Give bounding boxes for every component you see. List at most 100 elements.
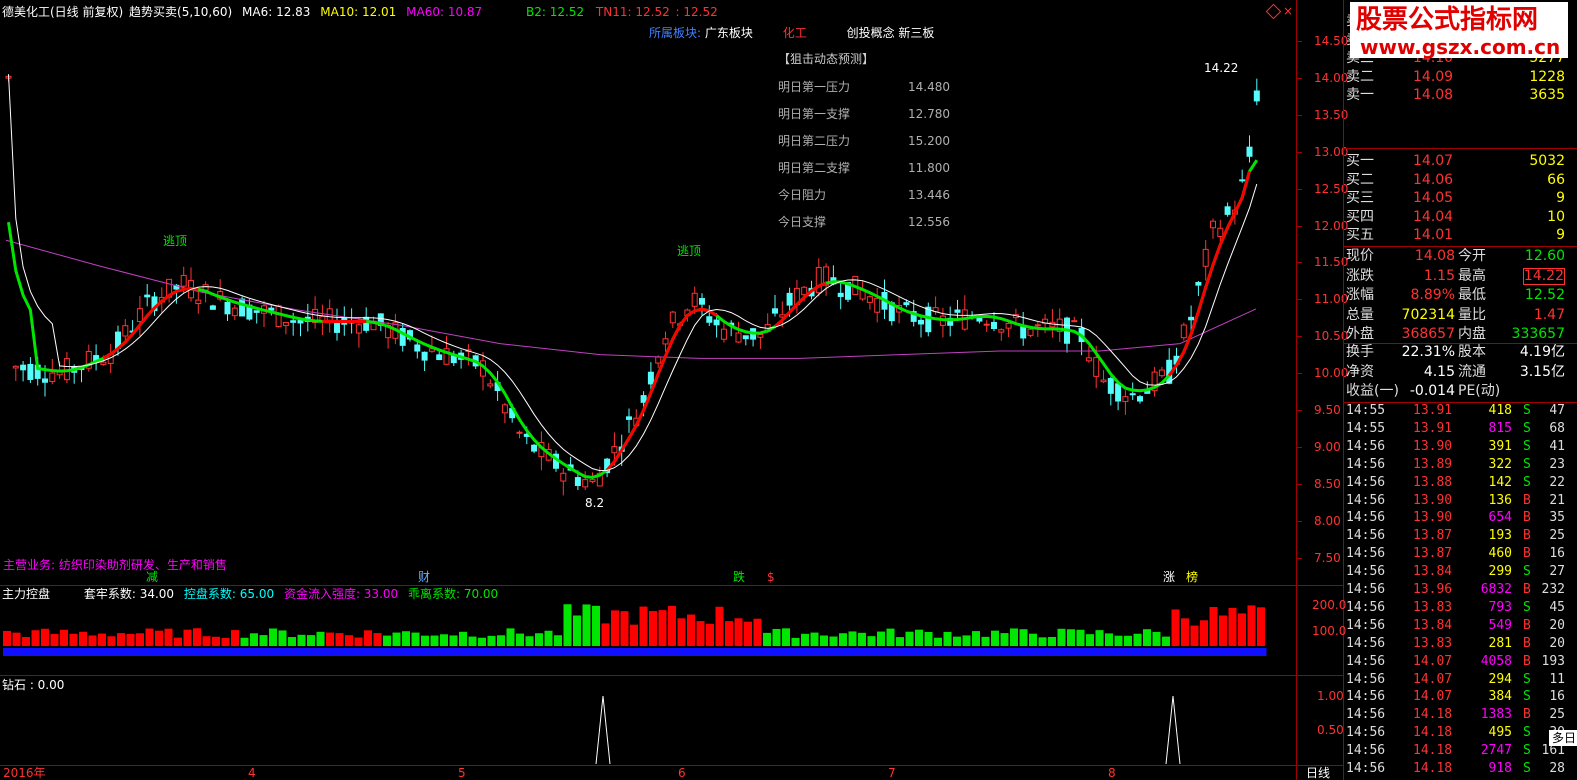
control-bar: [535, 633, 543, 646]
tick-volume: 6832: [1480, 582, 1512, 597]
tick-volume: 549: [1488, 617, 1512, 633]
candle-body: [436, 354, 443, 361]
control-bar: [782, 628, 790, 646]
stat-label: 最高: [1458, 267, 1486, 284]
flow-bar: [345, 648, 355, 656]
price-tick: 7.50: [1314, 550, 1341, 565]
flow-bar: [297, 648, 307, 656]
flow-bar: [1029, 648, 1039, 656]
flow-bar: [753, 648, 763, 656]
event-mark-drop[interactable]: 跌: [733, 570, 745, 584]
forecast-value: 12.780: [908, 107, 950, 121]
control-bar: [1152, 631, 1161, 646]
forecast-label: 明日第一支撑: [778, 107, 851, 121]
stat-label: 现价: [1346, 248, 1374, 264]
order-book-row[interactable]: 买二 14.06 66: [1344, 171, 1577, 190]
sub2-axis-1: 1.00: [1317, 689, 1344, 703]
order-book-row[interactable]: 买三 14.05 9: [1344, 189, 1577, 208]
tick-row: 14:56 13.84 299 S 27: [1344, 563, 1577, 581]
event-mark-limit-up[interactable]: 涨: [1163, 570, 1175, 584]
control-bar: [972, 631, 980, 646]
flow-bar: [288, 648, 298, 656]
sub-panel-diamond[interactable]: [0, 676, 1296, 765]
flow-bar: [1067, 648, 1077, 656]
control-bar: [573, 615, 581, 646]
flow-bar: [962, 648, 972, 656]
axis-divider: [1296, 0, 1297, 780]
sector-region[interactable]: 广东板块: [705, 26, 753, 40]
tick-row: 14:56 13.90 136 B 21: [1344, 492, 1577, 510]
tick-side: B: [1523, 510, 1531, 526]
event-mark-reduce[interactable]: 减: [146, 570, 158, 584]
flow-bar: [829, 648, 839, 656]
order-book-row[interactable]: 买四 14.04 10: [1344, 208, 1577, 227]
stat-value: 333657: [1511, 326, 1565, 342]
candle-body: [1195, 281, 1202, 286]
flow-bar: [734, 648, 744, 656]
control-bar: [41, 628, 49, 646]
order-book-row[interactable]: 卖二 14.09 1228: [1344, 68, 1577, 87]
tick-side: B: [1523, 635, 1531, 651]
control-bar: [145, 628, 154, 646]
flow-bar: [22, 648, 32, 656]
candle-body: [282, 321, 289, 326]
order-price: 14.08: [1413, 87, 1454, 103]
candle-body: [334, 322, 340, 333]
control-bar: [554, 635, 562, 646]
fund-value: -0.014: [1409, 383, 1455, 399]
close-icon[interactable]: ×: [1283, 4, 1293, 18]
ma10-value: MA10: 12.01: [320, 5, 397, 19]
event-mark-finance[interactable]: 财: [418, 570, 430, 584]
forecast-row: 明日第二压力 15.200: [778, 128, 968, 155]
price-tick-mark: [1297, 446, 1302, 448]
main-chart[interactable]: [0, 0, 1296, 586]
tick-row: 14:56 13.89 322 S 23: [1344, 456, 1577, 474]
date-axis: 2016年 4 5 6 7 8: [0, 766, 1296, 780]
tick-count: 35: [1549, 510, 1565, 526]
tick-time: 14:56: [1346, 725, 1386, 741]
sector-industry[interactable]: 化工: [783, 26, 807, 40]
control-bar: [1038, 637, 1047, 646]
event-mark-dollar[interactable]: $: [767, 570, 775, 584]
flow-bar: [592, 648, 602, 656]
control-bar: [592, 605, 600, 646]
candle-body: [925, 306, 932, 333]
control-bar: [763, 632, 771, 646]
tick-time: 14:56: [1346, 582, 1386, 597]
event-mark-list[interactable]: 榜: [1186, 570, 1198, 584]
flow-bar: [1114, 648, 1124, 656]
period-label[interactable]: 日线: [1306, 766, 1330, 780]
control-bar: [421, 635, 429, 646]
control-bar: [829, 636, 838, 646]
more-days-button[interactable]: 多日: [1549, 730, 1577, 746]
candle-body: [918, 319, 924, 325]
fund-value: 22.31%: [1401, 344, 1455, 360]
tick-count: 25: [1549, 528, 1565, 544]
control-bar: [649, 611, 657, 646]
tick-side: S: [1523, 420, 1531, 436]
control-bar: [696, 621, 705, 646]
control-bar: [202, 636, 211, 646]
order-book-row[interactable]: 卖一 14.08 3635: [1344, 86, 1577, 105]
flow-bar: [50, 648, 60, 656]
control-bar: [915, 629, 923, 646]
flow-bar: [164, 648, 174, 656]
tick-volume: 391: [1488, 438, 1512, 454]
fund-value: 4.15: [1423, 363, 1455, 380]
stock-title: 德美化工(日线 前复权): [2, 5, 124, 19]
flow-bar: [364, 648, 374, 656]
price-tick: 8.00: [1314, 513, 1341, 528]
control-bar: [449, 635, 458, 646]
order-book-row[interactable]: 买五 14.01 9: [1344, 226, 1577, 245]
order-book-row[interactable]: 买一 14.07 5032: [1344, 152, 1577, 171]
fundamental-row: 净资 4.15 流通 3.15亿: [1344, 363, 1577, 382]
control-bar: [611, 610, 619, 646]
sector-concept[interactable]: 创投概念 新三板: [847, 26, 935, 40]
control-bar: [402, 631, 410, 646]
flow-bar: [231, 648, 241, 656]
tick-time: 14:56: [1346, 617, 1386, 633]
tick-volume: 384: [1488, 689, 1512, 705]
tick-side: S: [1523, 456, 1531, 472]
forecast-label: 明日第一压力: [778, 80, 851, 94]
tick-row: 14:55 13.91 815 S 68: [1344, 420, 1577, 438]
